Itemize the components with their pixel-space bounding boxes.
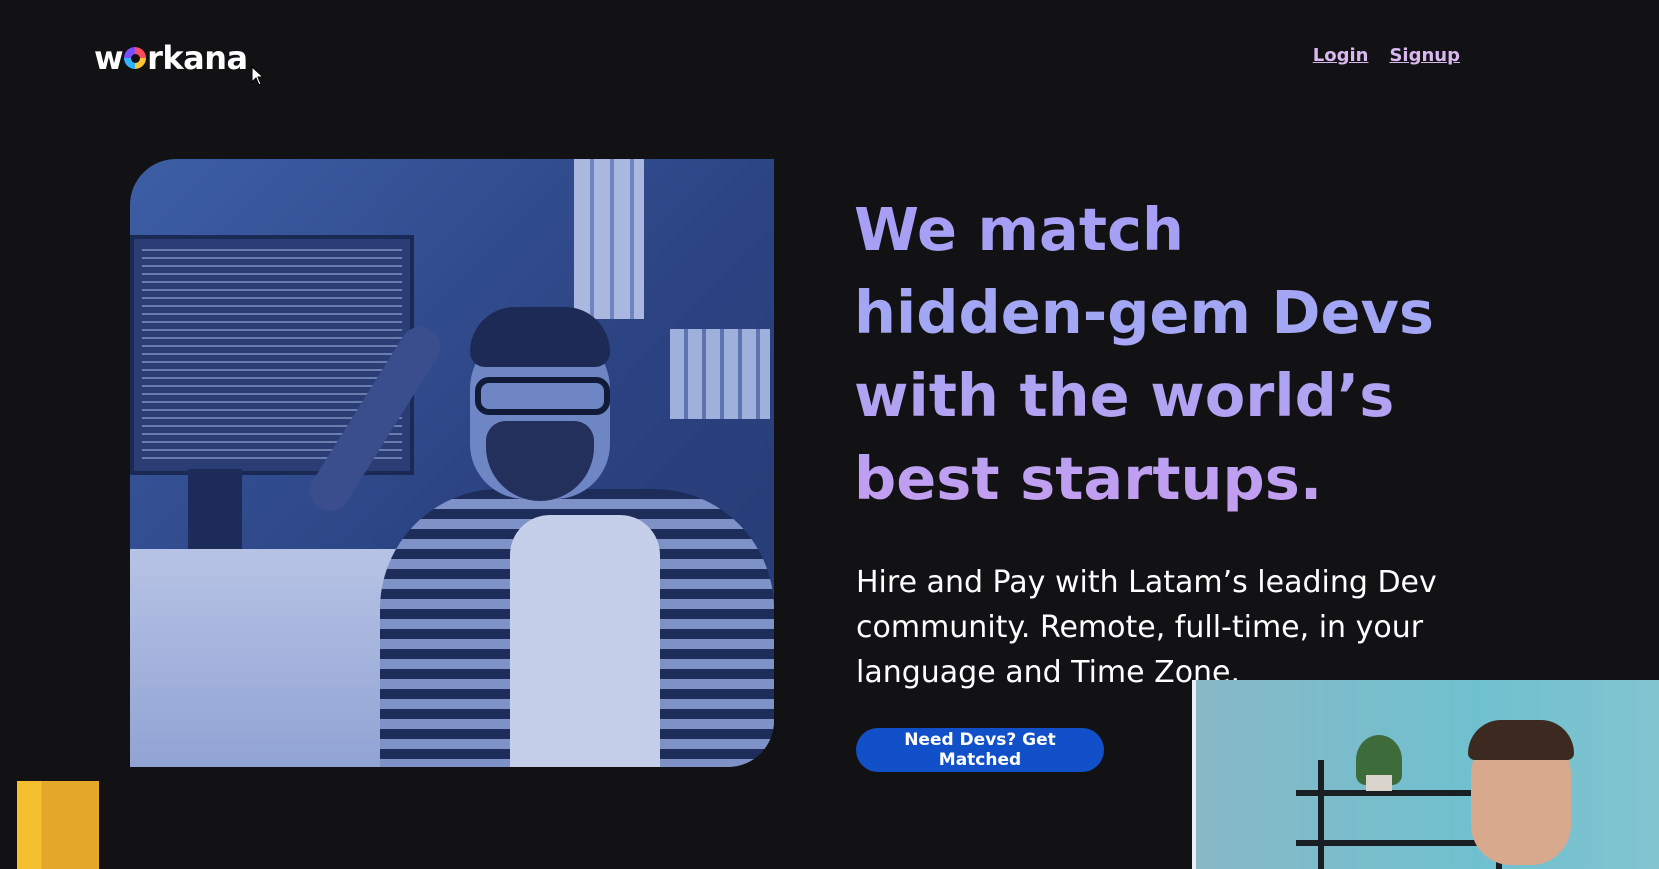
desk bbox=[130, 549, 420, 767]
binders-shelf-lower bbox=[670, 329, 770, 419]
developer-tshirt bbox=[510, 515, 660, 767]
presenter-hair bbox=[1468, 720, 1574, 760]
mouse-pointer-icon bbox=[251, 66, 265, 86]
login-link[interactable]: Login bbox=[1313, 45, 1369, 66]
top-nav: Login Signup bbox=[1313, 45, 1460, 66]
logo-text-end: rkana bbox=[147, 39, 248, 77]
logo-text-start: w bbox=[94, 39, 124, 77]
headline-line-4: best startups. bbox=[854, 444, 1323, 513]
shelf-post bbox=[1318, 760, 1324, 869]
monitor-stand bbox=[188, 469, 242, 559]
hero-headline: We match hidden-gem Devs with the world’… bbox=[854, 188, 1554, 520]
get-matched-button[interactable]: Need Devs? Get Matched bbox=[856, 728, 1104, 772]
developer-glasses bbox=[475, 377, 610, 415]
developer-hair bbox=[470, 307, 610, 367]
decorative-yellow-block bbox=[17, 781, 99, 869]
headline-line-2: hidden-gem Devs bbox=[854, 278, 1435, 347]
hero-developer-photo bbox=[130, 159, 774, 767]
webcam-overlay bbox=[1192, 680, 1659, 869]
workana-o-icon bbox=[124, 47, 147, 69]
signup-link[interactable]: Signup bbox=[1389, 45, 1460, 66]
hero-subheadline: Hire and Pay with Latam’s leading Dev co… bbox=[856, 565, 1437, 690]
plant-pot bbox=[1366, 775, 1392, 791]
binders-shelf bbox=[574, 159, 644, 319]
workana-logo[interactable]: w rkana bbox=[94, 38, 248, 78]
headline-line-3: with the world’s bbox=[854, 361, 1395, 430]
headline-line-1: We match bbox=[854, 195, 1185, 264]
